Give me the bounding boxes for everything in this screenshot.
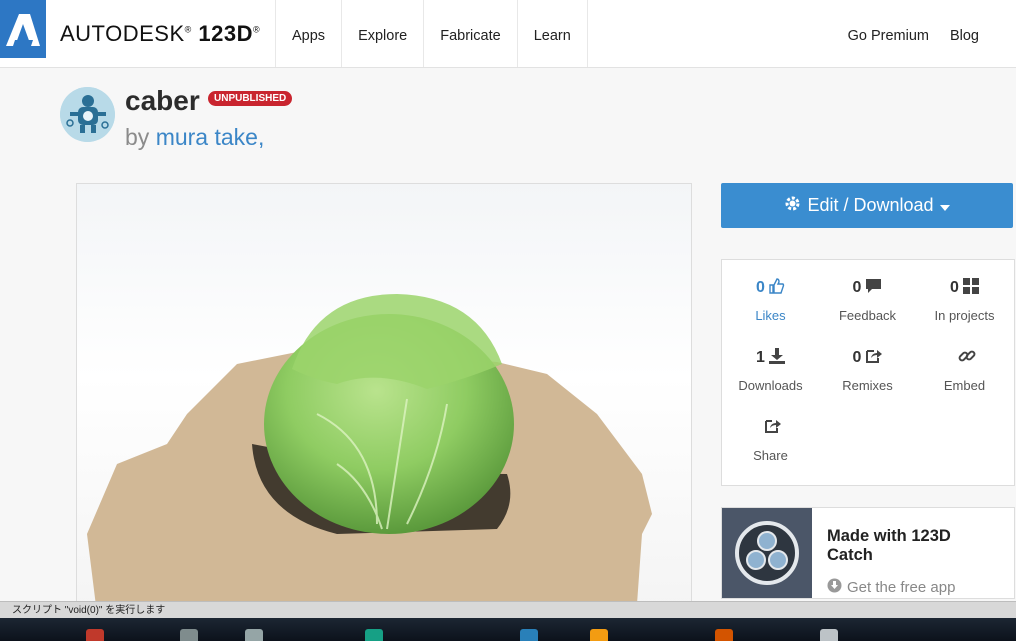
main-nav: Apps Explore Fabricate Learn <box>275 0 588 67</box>
stat-in-projects[interactable]: 0 In projects <box>916 277 1013 323</box>
byline: by mura take, <box>125 124 264 151</box>
remix-icon <box>865 348 883 369</box>
author-link[interactable]: mura take <box>156 124 258 150</box>
model-viewer[interactable] <box>76 183 692 615</box>
brand-wordmark[interactable]: AUTODESK® 123D® <box>60 21 260 47</box>
stat-feedback[interactable]: 0 Feedback <box>819 278 916 323</box>
secondary-nav: Go Premium Blog <box>848 0 979 67</box>
os-dock <box>0 618 1016 641</box>
stat-remixes[interactable]: 0 Remixes <box>819 348 916 393</box>
download-circle-icon <box>827 578 842 597</box>
stat-embed[interactable]: Embed <box>916 348 1013 393</box>
gear-icon <box>784 195 801 217</box>
comment-icon <box>865 278 882 299</box>
dock-app-icon[interactable] <box>520 629 538 641</box>
cabbage-leaf-top <box>292 294 502 389</box>
dock-app-icon[interactable] <box>590 629 608 641</box>
dock-app-icon[interactable] <box>820 629 838 641</box>
stat-downloads[interactable]: 1 Downloads <box>722 347 819 393</box>
byline-prefix: by <box>125 124 150 150</box>
top-bar: AUTODESK® 123D® Apps Explore Fabricate L… <box>0 0 1016 68</box>
catch-app-icon <box>722 508 812 598</box>
nav-learn[interactable]: Learn <box>518 0 588 67</box>
edit-download-label: Edit / Download <box>807 195 934 215</box>
get-app-link[interactable]: Get the free app <box>827 578 955 597</box>
nav-fabricate[interactable]: Fabricate <box>424 0 518 67</box>
brand-name: AUTODESK <box>60 21 185 46</box>
thumbs-up-icon <box>769 277 785 299</box>
stat-share[interactable]: Share <box>722 418 819 463</box>
brand-product: 123D <box>198 21 253 46</box>
model-title: caber <box>125 85 200 116</box>
download-icon <box>768 347 785 369</box>
promo-card[interactable]: Made with 123D Catch Get the free app <box>721 507 1015 599</box>
nav-apps[interactable]: Apps <box>276 0 343 67</box>
stats-panel: 0 Likes 0 Feedback 0 In projects 1 Downl… <box>721 259 1015 486</box>
dock-app-icon[interactable] <box>180 629 198 641</box>
autodesk-logo-icon[interactable] <box>0 0 46 58</box>
dock-app-icon[interactable] <box>715 629 733 641</box>
dock-app-icon[interactable] <box>86 629 104 641</box>
caret-down-icon <box>939 195 950 216</box>
nav-go-premium[interactable]: Go Premium <box>848 0 929 67</box>
browser-status-bar: スクリプト "void(0)" を実行します <box>0 601 1016 618</box>
edit-download-button[interactable]: Edit / Download <box>721 183 1013 228</box>
share-icon <box>764 418 781 439</box>
grid-icon <box>962 277 979 299</box>
nav-explore[interactable]: Explore <box>342 0 425 67</box>
author-suffix: , <box>257 124 265 150</box>
nav-blog[interactable]: Blog <box>950 0 979 67</box>
dock-app-icon[interactable] <box>365 629 383 641</box>
promo-title: Made with 123D Catch <box>827 527 951 564</box>
link-icon <box>958 347 976 370</box>
author-avatar[interactable] <box>60 87 115 142</box>
stat-likes[interactable]: 0 Likes <box>722 277 819 323</box>
dock-app-icon[interactable] <box>245 629 263 641</box>
unpublished-badge: UNPUBLISHED <box>208 91 293 106</box>
